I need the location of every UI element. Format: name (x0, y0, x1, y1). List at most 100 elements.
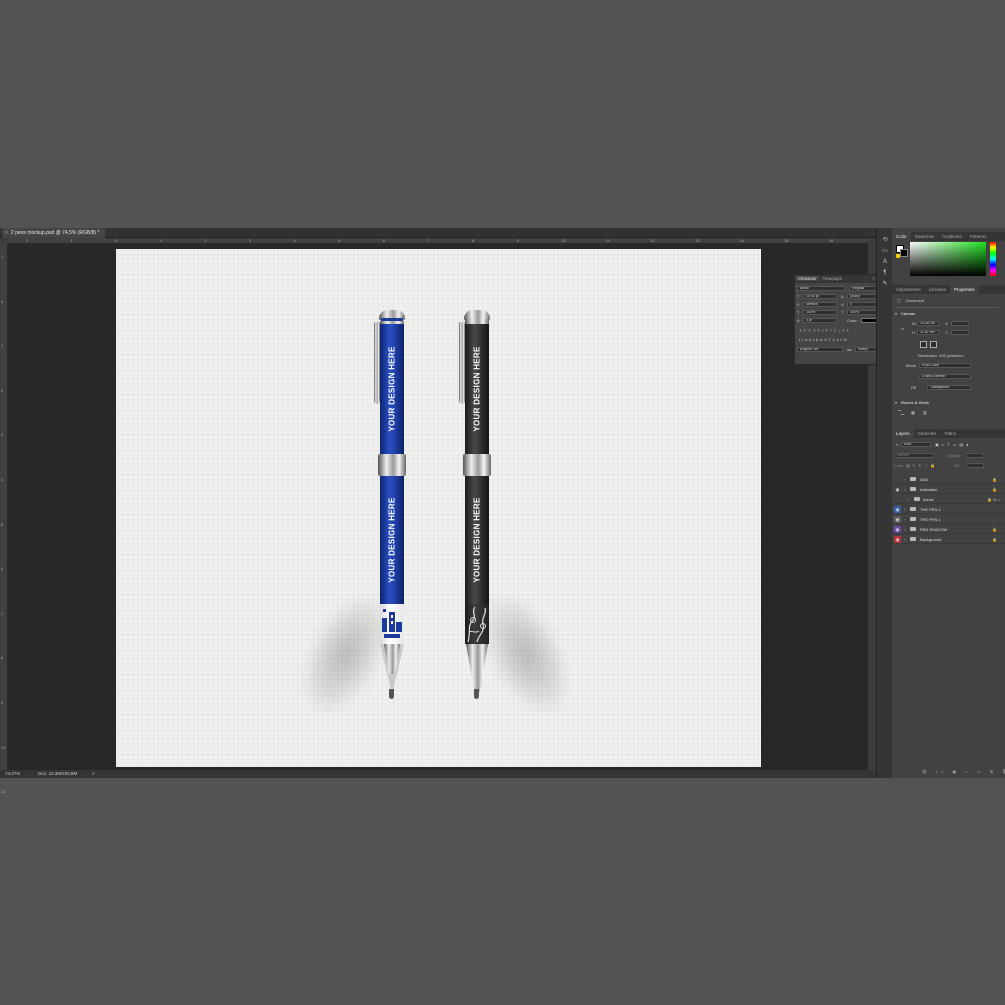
comments-icon[interactable]: ▭ (881, 247, 889, 255)
tab-patterns[interactable]: Patterns (966, 232, 991, 241)
ruler-icon[interactable]: ▔▁ (898, 410, 904, 415)
portrait-orientation-button[interactable] (920, 341, 927, 348)
fill-select[interactable]: Transparent (927, 385, 971, 390)
lock-icons[interactable]: ▦✎✥⬚🔒 (906, 463, 938, 468)
expand-chevron-icon[interactable]: › (904, 485, 905, 494)
expand-chevron-icon[interactable]: › (904, 475, 905, 484)
canvas-width-field[interactable]: 14,46 cm (917, 321, 939, 326)
layer-row-the-pen-2[interactable]: ◉ › THE PEN 2 (892, 505, 1005, 514)
tab-paragraph[interactable]: Paragraph (819, 276, 845, 281)
tab-channels[interactable]: Channels (914, 429, 941, 438)
folder-icon (910, 507, 916, 511)
small-caps-button[interactable]: Tt (818, 328, 826, 333)
layer-name: ADS (920, 477, 929, 482)
expand-chevron-icon[interactable]: › (904, 525, 905, 534)
tab-layers[interactable]: Layers (892, 429, 914, 438)
expand-chevron-icon[interactable]: › (904, 535, 905, 544)
font-size-field[interactable]: 10,92 pt (803, 294, 837, 299)
visibility-eye-icon[interactable]: ◉ (894, 536, 901, 543)
style-buttons-row[interactable]: TTTTTtT¹T₁TT (799, 328, 851, 333)
tab-properties[interactable]: Properties (950, 285, 979, 294)
subscript-button[interactable]: T₁ (834, 328, 842, 333)
status-arrow-icon[interactable]: > (92, 770, 95, 778)
document-tab[interactable]: × 2 pens mockup.psd @ 74,5% (RGB/8) * (2, 228, 106, 238)
visibility-eye-icon[interactable]: ◉ (894, 516, 901, 523)
character-icon[interactable]: A (881, 258, 889, 266)
paragraph-icon[interactable]: ¶ (881, 269, 889, 277)
layer-row-the-pen-1[interactable]: ◉ › THE PEN 1 (892, 515, 1005, 524)
fractions-button[interactable]: ½ (843, 337, 848, 342)
layers-panel-tabs: Layers Channels Paths (892, 429, 1005, 438)
vertical-scale-field[interactable]: 100% (803, 310, 837, 315)
link-icon[interactable]: ∞ (901, 326, 904, 331)
expand-chevron-icon[interactable]: › (904, 515, 905, 524)
blue-pen[interactable]: YOUR DESIGN HERE YOUR DESIGN HERE (371, 304, 411, 714)
lock-icon: 🔒 (992, 477, 997, 482)
close-tab-icon[interactable]: × (5, 230, 8, 236)
brush-icon[interactable]: ✎ (881, 280, 889, 288)
rulers-chevron-icon[interactable]: ▾ (895, 400, 897, 405)
canvas-workspace[interactable]: YOUR DESIGN HERE YOUR DESIGN HERE YOUR D… (8, 244, 882, 770)
superscript-button[interactable]: T¹ (826, 328, 834, 333)
strikethrough-button[interactable]: T (847, 328, 852, 333)
tracking-icon: V (841, 302, 844, 307)
history-icon[interactable]: ⟲ (881, 236, 889, 244)
blue-pen-grip (380, 604, 404, 644)
layers-footer-icons[interactable]: ⛓ fx ▣ ◐ ▭ ⊞ 🗑 (922, 769, 1005, 774)
kerning-field[interactable]: Metrics (803, 302, 837, 307)
layer-row-indication[interactable]: ◉ › Indication 🔒 (892, 485, 1005, 494)
tab-libraries[interactable]: Libraries (925, 285, 950, 294)
layer-filter-kind-select[interactable]: Kind (901, 442, 931, 447)
black-pen-design-text-top: YOUR DESIGN HERE (472, 346, 482, 432)
baseline-shift-field[interactable]: 0 pt (803, 318, 837, 323)
black-pen-grip (465, 604, 489, 644)
layer-filter-icons[interactable]: ▣◐T▭▤● (935, 442, 972, 447)
ruler-tick-label: 8 (1, 655, 4, 661)
discretionary-ligatures-button[interactable]: st (809, 337, 816, 342)
visibility-eye-icon[interactable]: ◉ (894, 506, 901, 513)
zoom-level[interactable]: 74,47% (5, 770, 20, 778)
color-mode-select[interactable]: RGB Color (919, 363, 971, 368)
visibility-eye-icon[interactable]: ◉ (894, 526, 901, 533)
expand-chevron-icon[interactable]: › (904, 505, 905, 514)
color-field[interactable] (910, 242, 986, 276)
black-pen[interactable]: YOUR DESIGN HERE YOUR DESIGN HERE (456, 304, 496, 714)
tab-character[interactable]: Character (795, 276, 820, 281)
blend-mode-select[interactable]: Normal (894, 453, 934, 458)
tab-paths[interactable]: Paths (941, 429, 961, 438)
layer-row-ads[interactable]: › ADS 🔒 (892, 475, 1005, 484)
document-canvas[interactable]: YOUR DESIGN HERE YOUR DESIGN HERE YOUR D… (116, 249, 761, 767)
canvas-chevron-icon[interactable]: ▾ (895, 311, 897, 316)
opentype-buttons-row[interactable]: fiơstAadT1st½ (799, 337, 848, 342)
tab-gradients[interactable]: Gradients (938, 232, 966, 241)
bit-depth-select[interactable]: 8 Bits/Channel (919, 374, 971, 379)
tab-adjustments[interactable]: Adjustments (892, 285, 925, 294)
tab-color[interactable]: Color (892, 232, 911, 241)
character-panel[interactable]: Character Paragraph ≡ Anton Regular T 10,… (794, 274, 882, 365)
opacity-field[interactable] (966, 453, 984, 458)
tab-swatches[interactable]: Swatches (911, 232, 939, 241)
panel-icon-strip: ⟲ ▭ A ¶ ✎ (876, 228, 892, 778)
background-color-swatch[interactable] (900, 249, 908, 257)
canvas-height-field[interactable]: 11,62 cm (917, 330, 939, 335)
expand-chevron-icon[interactable]: › (908, 495, 909, 504)
fill-opacity-field[interactable] (966, 463, 984, 468)
visibility-eye-icon[interactable]: ◉ (894, 486, 901, 493)
layer-row-background[interactable]: ◉ › Background 🔒 (892, 535, 1005, 544)
layer-row-arrow[interactable]: › Arrow 🔒 fx ⌄ (892, 495, 1005, 504)
layer-row-pen-shadow[interactable]: ◉ › PEN SHADOW 🔒 (892, 525, 1005, 534)
all-caps-button[interactable]: TT (808, 328, 817, 333)
ruler-tick-label: 1 (1, 254, 4, 259)
font-family-select[interactable]: Anton (797, 286, 845, 291)
guides-icon[interactable]: ▥ (923, 410, 927, 415)
lock-fx-icon: 🔒 fx ⌄ (987, 497, 1001, 502)
canvas-y-field[interactable] (951, 330, 969, 335)
ordinals-button[interactable]: 1st (833, 337, 844, 342)
font-size-icon: T (797, 294, 800, 299)
hue-slider[interactable] (990, 242, 996, 276)
landscape-orientation-button[interactable] (930, 341, 937, 348)
canvas-x-field[interactable] (951, 321, 969, 326)
language-select[interactable]: English: UK (797, 347, 843, 352)
vertical-ruler[interactable]: 1 0 1 2 3 4 5 6 7 8 9 10 11 (0, 244, 8, 794)
grid-icon[interactable]: ▦ (911, 410, 915, 415)
